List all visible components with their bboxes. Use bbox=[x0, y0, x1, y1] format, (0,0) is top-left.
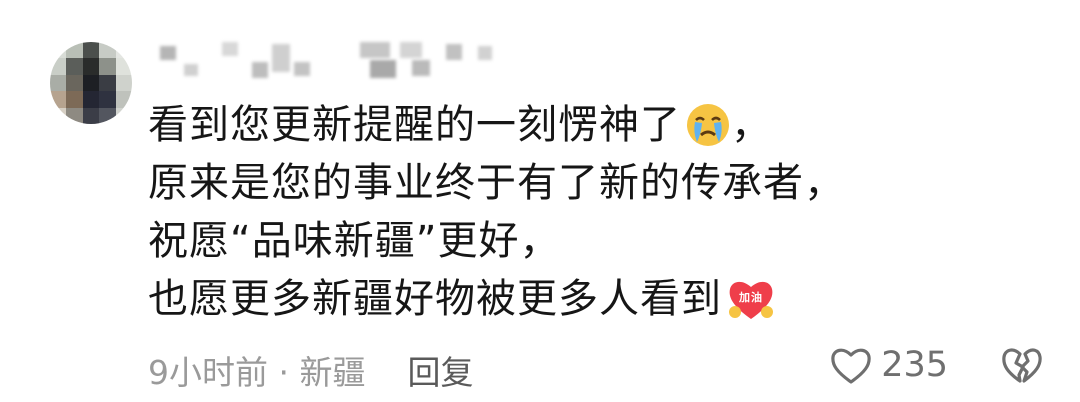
comment-line-2: 原来是您的事业终于有了新的传承者， bbox=[148, 154, 1028, 212]
comment-line-1-suffix: ， bbox=[731, 102, 772, 148]
comment-line-4: 也愿更多新疆好物被更多人看到 加油 bbox=[148, 270, 1028, 328]
comment-line-4-text: 也愿更多新疆好物被更多人看到 bbox=[148, 276, 722, 322]
heart-outline-icon[interactable] bbox=[829, 345, 873, 385]
comment-line-3-text: 祝愿“品味新疆”更好， bbox=[148, 218, 561, 264]
cheer-heart-icon: 加油 bbox=[726, 276, 773, 322]
comment-line-1-text: 看到您更新提醒的一刻愣神了 bbox=[148, 102, 681, 148]
time-location: 9小时前 · 新疆 bbox=[148, 353, 366, 392]
avatar[interactable] bbox=[50, 42, 132, 124]
comment-text: 看到您更新提醒的一刻愣神了 ， 原来是您的事业终于有了新的传承者， 祝愿“品味新… bbox=[148, 96, 1028, 328]
comment-line-3: 祝愿“品味新疆”更好， bbox=[148, 212, 1028, 270]
comment-line-1: 看到您更新提醒的一刻愣神了 ， bbox=[148, 96, 1028, 154]
broken-heart-icon[interactable] bbox=[1000, 345, 1044, 385]
comment-meta: 9小时前 · 新疆 回复 bbox=[148, 346, 473, 394]
username-blurred[interactable] bbox=[160, 40, 500, 80]
comment-line-2-text: 原来是您的事业终于有了新的传承者， bbox=[148, 160, 845, 206]
like-count: 235 bbox=[881, 345, 948, 385]
reply-button[interactable]: 回复 bbox=[407, 346, 473, 394]
comment-actions: 235 bbox=[829, 345, 1044, 385]
crying-face-icon bbox=[685, 102, 731, 148]
cheer-heart-text: 加油 bbox=[738, 290, 763, 304]
comment-card: 看到您更新提醒的一刻愣神了 ， 原来是您的事业终于有了新的传承者， 祝愿“品味新… bbox=[0, 0, 1080, 402]
